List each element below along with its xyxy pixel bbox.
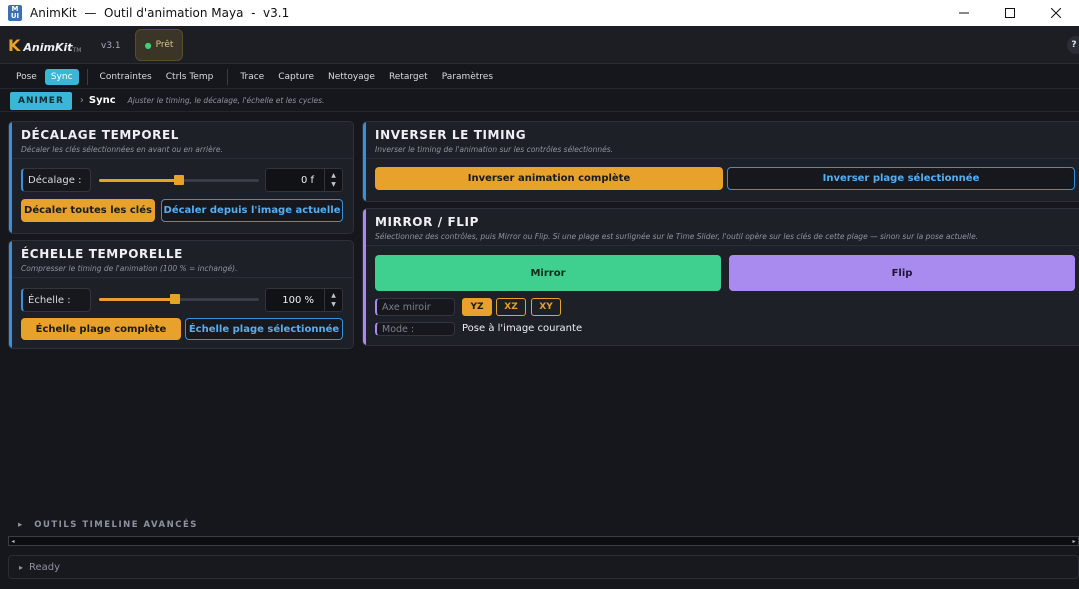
status-dot-icon: ●	[144, 40, 152, 50]
scale-panel: ÉCHELLE TEMPORELLE Compresser le timing …	[8, 240, 354, 349]
chevron-right-icon: ›	[79, 95, 84, 106]
version-label: v3.1	[101, 41, 121, 51]
breadcrumb-current: Sync	[88, 95, 116, 106]
panel-subtitle: Décaler les clés sélectionnées en avant …	[21, 145, 223, 154]
scale-field-label: Échelle :	[21, 288, 91, 312]
spin-down-icon[interactable]: ▼	[331, 300, 336, 309]
status-text: Prêt	[155, 40, 174, 50]
scale-selected-range-button[interactable]: Échelle plage sélectionnée	[185, 318, 343, 340]
advanced-timeline-tools-toggle[interactable]: ▸ OUTILS TIMELINE AVANCÉS	[18, 520, 198, 530]
mode-label: Mode :	[375, 322, 455, 336]
scale-slider-handle[interactable]	[170, 294, 180, 304]
advanced-label: OUTILS TIMELINE AVANCÉS	[34, 520, 198, 530]
scale-spinbox[interactable]: 100 % ▲ ▼	[265, 288, 343, 312]
close-button[interactable]	[1033, 0, 1079, 26]
tab-sync[interactable]: Sync	[44, 68, 79, 85]
logo-trademark: TM	[72, 46, 82, 54]
flip-button[interactable]: Flip	[729, 255, 1075, 291]
maximize-button[interactable]	[987, 0, 1033, 26]
tab-bar: Pose Sync Contraintes Ctrls Temp Trace C…	[0, 65, 1079, 89]
tab-capture[interactable]: Capture	[272, 69, 320, 85]
scale-value: 100 %	[282, 294, 314, 306]
horizontal-scrollbar[interactable]: ◂ ▸	[8, 536, 1079, 546]
panel-subtitle: Compresser le timing de l'animation (100…	[21, 264, 238, 273]
reverse-full-button[interactable]: Inverser animation complète	[375, 167, 723, 190]
panel-accent	[9, 122, 12, 233]
reverse-timing-panel: INVERSER LE TIMING Inverser le timing de…	[362, 121, 1079, 202]
tab-retarget[interactable]: Retarget	[383, 69, 434, 85]
scroll-right-icon[interactable]: ▸	[1070, 537, 1078, 545]
axis-xz-button[interactable]: XZ	[496, 298, 526, 316]
mirror-flip-panel: MIRROR / FLIP Sélectionnez des contrôles…	[362, 208, 1079, 346]
status-arrow-icon: ▸	[19, 562, 24, 572]
axis-xy-button[interactable]: XY	[531, 298, 561, 316]
scale-slider[interactable]	[99, 294, 259, 304]
animkit-logo: K AnimKit TM	[8, 36, 81, 55]
axis-yz-button[interactable]: YZ	[462, 298, 492, 316]
panel-title: DÉCALAGE TEMPOREL	[21, 128, 180, 142]
offset-panel: DÉCALAGE TEMPOREL Décaler les clés sélec…	[8, 121, 354, 234]
offset-value: 0 f	[300, 174, 314, 186]
close-icon	[1051, 8, 1061, 18]
app-header: K AnimKit TM v3.1 ● Prêt ?	[0, 26, 1079, 64]
spin-down-icon[interactable]: ▼	[331, 180, 336, 189]
logo-name: AnimKit	[23, 40, 73, 54]
status-badge: ● Prêt	[135, 29, 183, 61]
panel-subtitle: Inverser le timing de l'animation sur le…	[375, 145, 614, 154]
status-bar-text: Ready	[29, 561, 61, 573]
offset-field-label: Décalage :	[21, 168, 91, 192]
panel-title: ÉCHELLE TEMPORELLE	[21, 247, 183, 261]
offset-slider[interactable]	[99, 175, 259, 185]
window-title-bar: M UI AnimKit — Outil d'animation Maya - …	[0, 0, 1079, 26]
logo-letter: K	[8, 36, 21, 55]
tab-pose[interactable]: Pose	[10, 69, 43, 85]
tab-contraintes[interactable]: Contraintes	[94, 69, 158, 85]
breadcrumb: ANIMER › Sync Ajuster le timing, le déca…	[0, 90, 1079, 112]
spin-up-icon[interactable]: ▲	[331, 171, 336, 180]
offset-all-keys-button[interactable]: Décaler toutes les clés	[21, 199, 155, 222]
tab-parametres[interactable]: Paramètres	[436, 69, 499, 85]
tab-divider	[227, 68, 229, 85]
collapse-arrow-icon: ▸	[18, 520, 24, 530]
panel-title: INVERSER LE TIMING	[375, 128, 527, 142]
scroll-left-icon[interactable]: ◂	[9, 537, 17, 545]
app-icon-text-bottom: UI	[10, 12, 20, 20]
spin-arrows[interactable]: ▲ ▼	[324, 169, 342, 191]
window-controls	[941, 0, 1079, 26]
minimize-button[interactable]	[941, 0, 987, 26]
window-title: AnimKit — Outil d'animation Maya - v3.1	[30, 6, 290, 20]
breadcrumb-root[interactable]: ANIMER	[10, 91, 72, 110]
status-bar: ▸ Ready	[8, 555, 1079, 579]
minimize-icon	[959, 12, 969, 14]
mirror-axis-label: Axe miroir	[375, 298, 455, 316]
tab-trace[interactable]: Trace	[234, 69, 270, 85]
panel-subtitle: Sélectionnez des contrôles, puis Mirror …	[375, 232, 979, 241]
panel-accent	[363, 209, 366, 345]
scale-full-range-button[interactable]: Échelle plage complète	[21, 318, 181, 340]
offset-slider-fill	[99, 179, 179, 182]
offset-slider-handle[interactable]	[174, 175, 184, 185]
mode-value: Pose à l'image courante	[462, 323, 583, 334]
panel-title: MIRROR / FLIP	[375, 215, 479, 229]
app-icon: M UI	[8, 5, 22, 21]
breadcrumb-description: Ajuster le timing, le décalage, l'échell…	[127, 96, 325, 105]
panel-accent	[363, 122, 366, 201]
mirror-button[interactable]: Mirror	[375, 255, 721, 291]
panel-accent	[9, 241, 12, 348]
tab-nettoyage[interactable]: Nettoyage	[322, 69, 381, 85]
scale-slider-fill	[99, 298, 175, 301]
offset-from-current-button[interactable]: Décaler depuis l'image actuelle	[161, 199, 343, 222]
tab-divider	[86, 68, 88, 85]
reverse-selected-button[interactable]: Inverser plage sélectionnée	[727, 167, 1075, 190]
tab-ctrls-temp[interactable]: Ctrls Temp	[160, 69, 220, 85]
help-button[interactable]: ?	[1067, 36, 1079, 54]
spin-arrows[interactable]: ▲ ▼	[324, 289, 342, 311]
maximize-icon	[1005, 8, 1015, 18]
offset-spinbox[interactable]: 0 f ▲ ▼	[265, 168, 343, 192]
spin-up-icon[interactable]: ▲	[331, 291, 336, 300]
